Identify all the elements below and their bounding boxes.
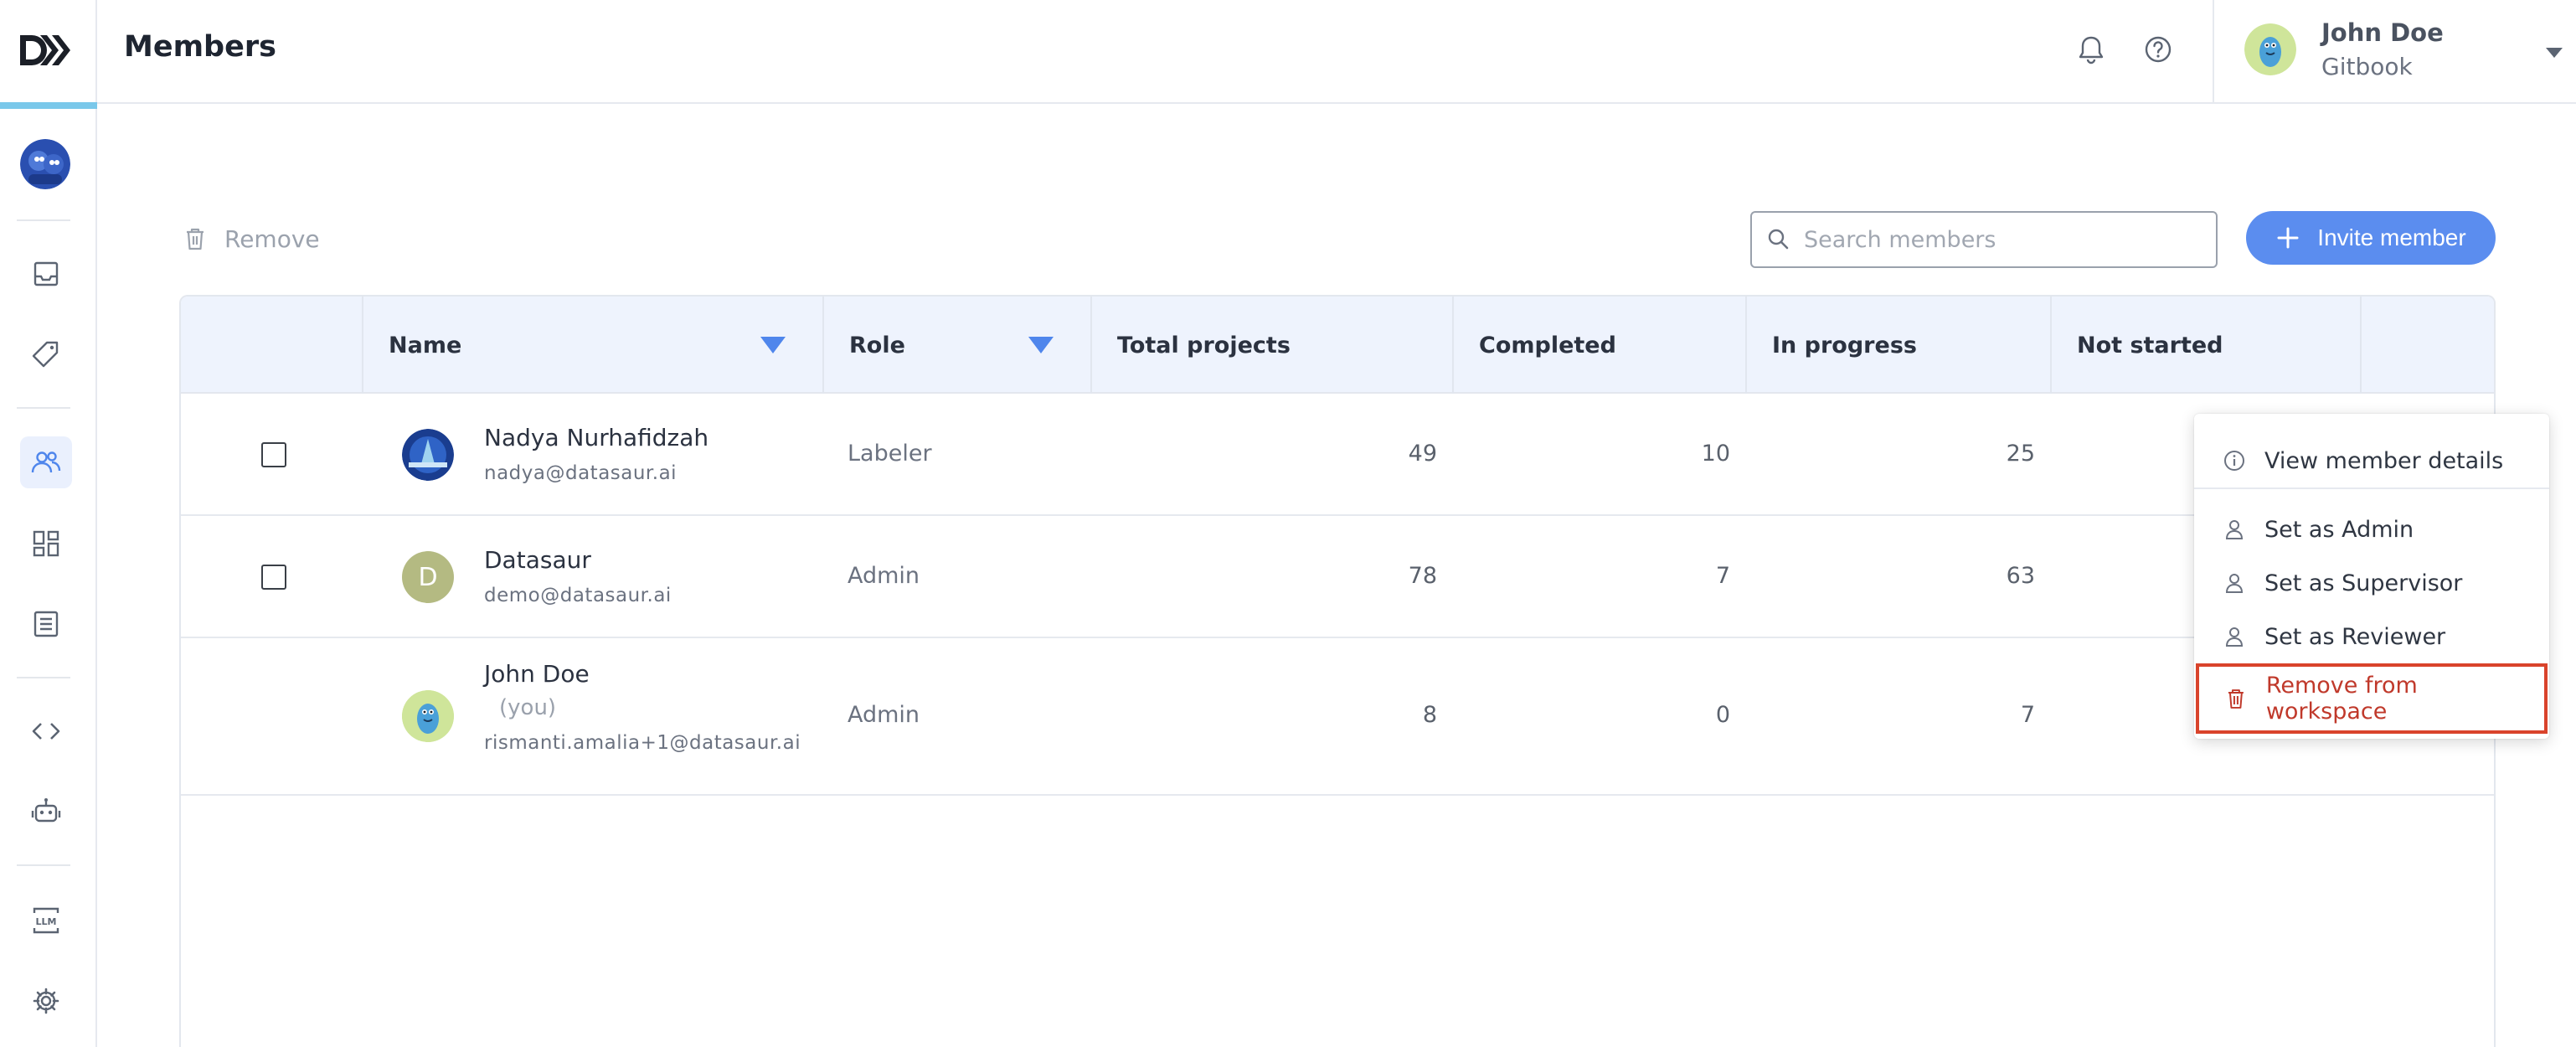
sidebar-item-projects[interactable] (20, 518, 72, 570)
datasaur-logo-icon[interactable] (18, 32, 72, 69)
sort-down-icon[interactable] (1028, 337, 1054, 353)
remove-button[interactable]: Remove (181, 224, 320, 253)
total-projects: 8 (1422, 702, 1437, 728)
grid-icon (33, 530, 59, 557)
search-input[interactable] (1804, 226, 2206, 253)
column-header-in-progress: In progress (1745, 297, 2050, 394)
table-row[interactable]: John Doe (you) rismanti.amalia+1@datasau… (181, 638, 2494, 796)
member-email: nadya@datasaur.ai (484, 462, 677, 484)
menu-item-view-details[interactable]: View member details (2194, 434, 2549, 487)
header-divider (2213, 0, 2214, 102)
completed-count: 0 (1715, 702, 1730, 728)
info-icon (2224, 451, 2244, 471)
left-sidebar: LLM (0, 0, 97, 1047)
user-name: John Doe (2321, 18, 2444, 47)
rail-accent-bar (0, 102, 97, 109)
menu-item-remove-from-workspace[interactable]: Remove from workspace (2196, 663, 2548, 734)
user-menu-toggle[interactable] (2537, 35, 2571, 69)
sidebar-item-api[interactable] (20, 705, 72, 757)
table-row[interactable]: Nadya Nurhafidzah nadya@datasaur.ai Labe… (181, 394, 2494, 516)
member-role: Labeler (848, 441, 932, 467)
sort-down-icon[interactable] (760, 337, 786, 353)
total-projects: 49 (1408, 441, 1437, 467)
column-header-name[interactable]: Name (362, 297, 822, 394)
you-tag: (you) (499, 695, 557, 720)
avatar (402, 429, 454, 481)
avatar (402, 690, 454, 742)
row-checkbox[interactable] (261, 565, 286, 590)
trash-icon (2228, 689, 2244, 709)
caret-down-icon (2546, 48, 2563, 58)
user-icon (2225, 574, 2244, 593)
table-header: Name Role Total projects Completed In pr… (181, 297, 2494, 394)
member-name: Nadya Nurhafidzah (484, 424, 709, 451)
members-icon (31, 451, 61, 473)
menu-item-set-supervisor[interactable]: Set as Supervisor (2194, 556, 2549, 610)
member-role: Admin (848, 563, 920, 589)
svg-text:LLM: LLM (36, 916, 57, 927)
members-table: Name Role Total projects Completed In pr… (179, 295, 2496, 1047)
user-avatar[interactable] (2244, 23, 2296, 75)
search-box (1750, 211, 2218, 268)
menu-item-set-reviewer[interactable]: Set as Reviewer (2194, 610, 2549, 663)
plus-icon (2277, 227, 2299, 249)
document-icon (33, 611, 59, 637)
menu-divider (2194, 487, 2549, 489)
column-header-total-projects: Total projects (1090, 297, 1452, 394)
page-title: Members (124, 30, 276, 64)
code-icon (32, 723, 60, 740)
gear-icon (33, 988, 59, 1014)
table-row[interactable]: D Datasaur demo@datasaur.ai Admin 78 7 6… (181, 516, 2494, 638)
bell-icon (2079, 36, 2104, 64)
robot-icon (31, 798, 61, 823)
menu-item-set-admin[interactable]: Set as Admin (2194, 503, 2549, 556)
rail-divider (17, 219, 70, 221)
top-header: Members John Doe Gitbook (97, 0, 2576, 104)
member-context-menu: View member details Set as Admin Set as … (2194, 414, 2549, 739)
member-name: Datasaur (484, 546, 591, 574)
member-role: Admin (848, 702, 920, 728)
row-checkbox[interactable] (261, 442, 286, 467)
rail-divider (17, 677, 70, 678)
member-name: John Doe (484, 660, 590, 688)
sidebar-item-inbox[interactable] (20, 248, 72, 300)
help-button[interactable] (2139, 30, 2177, 69)
rail-divider (17, 864, 70, 866)
member-email: demo@datasaur.ai (484, 585, 672, 606)
completed-count: 7 (1715, 563, 1730, 589)
sidebar-item-documents[interactable] (20, 598, 72, 650)
column-header-actions (2360, 297, 2494, 394)
trash-icon (187, 228, 204, 250)
user-icon (2225, 627, 2244, 647)
rail-divider (17, 407, 70, 409)
member-email: rismanti.amalia+1@datasaur.ai (484, 732, 801, 754)
tag-icon (32, 341, 59, 368)
avatar: D (402, 551, 454, 603)
notifications-button[interactable] (2072, 30, 2110, 69)
remove-button-label: Remove (224, 224, 320, 253)
in-progress-count: 25 (2006, 441, 2035, 467)
sidebar-item-settings[interactable] (20, 975, 72, 1027)
search-icon (1768, 229, 1789, 250)
column-header-role[interactable]: Role (822, 297, 1090, 394)
invite-member-button[interactable]: Invite member (2246, 211, 2496, 265)
llm-icon: LLM (33, 907, 59, 934)
help-icon (2145, 36, 2172, 63)
in-progress-count: 63 (2006, 563, 2035, 589)
sidebar-item-members[interactable] (20, 436, 72, 488)
inbox-icon (33, 261, 59, 286)
sidebar-item-automation[interactable] (20, 786, 72, 838)
sidebar-item-labels[interactable] (20, 328, 72, 380)
column-header-completed: Completed (1452, 297, 1745, 394)
invite-member-label: Invite member (2317, 224, 2466, 250)
user-icon (2225, 520, 2244, 539)
user-organization: Gitbook (2321, 53, 2413, 80)
total-projects: 78 (1408, 563, 1437, 589)
workspace-avatar[interactable] (20, 139, 70, 189)
sidebar-item-llm[interactable]: LLM (20, 895, 72, 946)
column-header-not-started: Not started (2050, 297, 2360, 394)
completed-count: 10 (1701, 441, 1730, 467)
in-progress-count: 7 (2020, 702, 2035, 728)
